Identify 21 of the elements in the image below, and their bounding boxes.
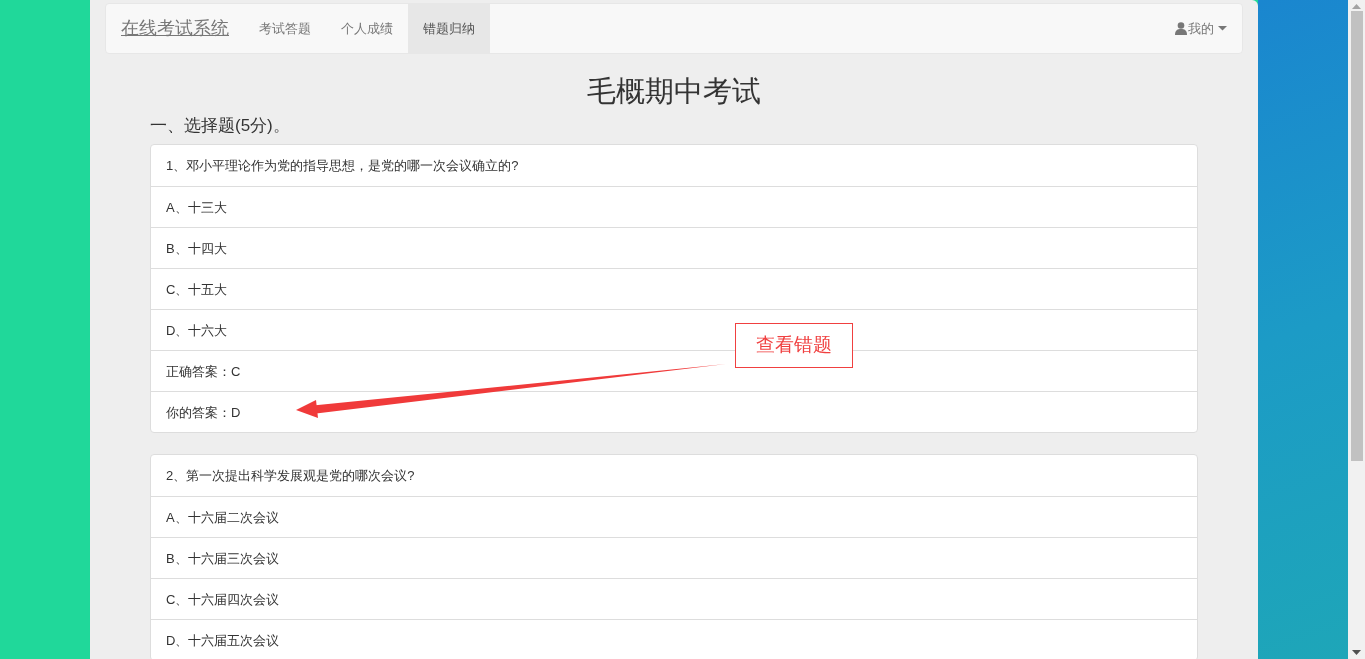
answer-option[interactable]: A、十三大 (151, 186, 1197, 228)
scroll-up-icon[interactable] (1352, 4, 1361, 9)
brand-link[interactable]: 在线考试系统 (106, 4, 244, 53)
caret-icon (1218, 26, 1227, 31)
answer-option[interactable]: B、十六届三次会议 (151, 537, 1197, 579)
scrollbar[interactable] (1348, 0, 1365, 659)
user-menu[interactable]: 我的 (1160, 4, 1242, 53)
nav-tab[interactable]: 个人成绩 (326, 4, 408, 53)
answer-option[interactable]: B、十四大 (151, 227, 1197, 269)
answer-option[interactable]: C、十五大 (151, 268, 1197, 310)
answer-option[interactable]: A、十六届二次会议 (151, 496, 1197, 538)
question-text: 2、第一次提出科学发展观是党的哪次会议? (165, 467, 416, 486)
page-title: 毛概期中考试 (586, 74, 762, 109)
section-heading: 一、选择题(5分)。 (150, 114, 291, 137)
nav-tab[interactable]: 考试答题 (244, 4, 326, 53)
nav-tab[interactable]: 错题归纳 (408, 4, 490, 53)
scroll-down-icon[interactable] (1352, 650, 1361, 655)
answer-option[interactable]: D、十六届五次会议 (151, 619, 1197, 659)
user-icon (1175, 22, 1187, 35)
question-text: 1、邓小平理论作为党的指导思想，是党的哪一次会议确立的? (165, 157, 520, 176)
answer-option[interactable]: C、十六届四次会议 (151, 578, 1197, 620)
